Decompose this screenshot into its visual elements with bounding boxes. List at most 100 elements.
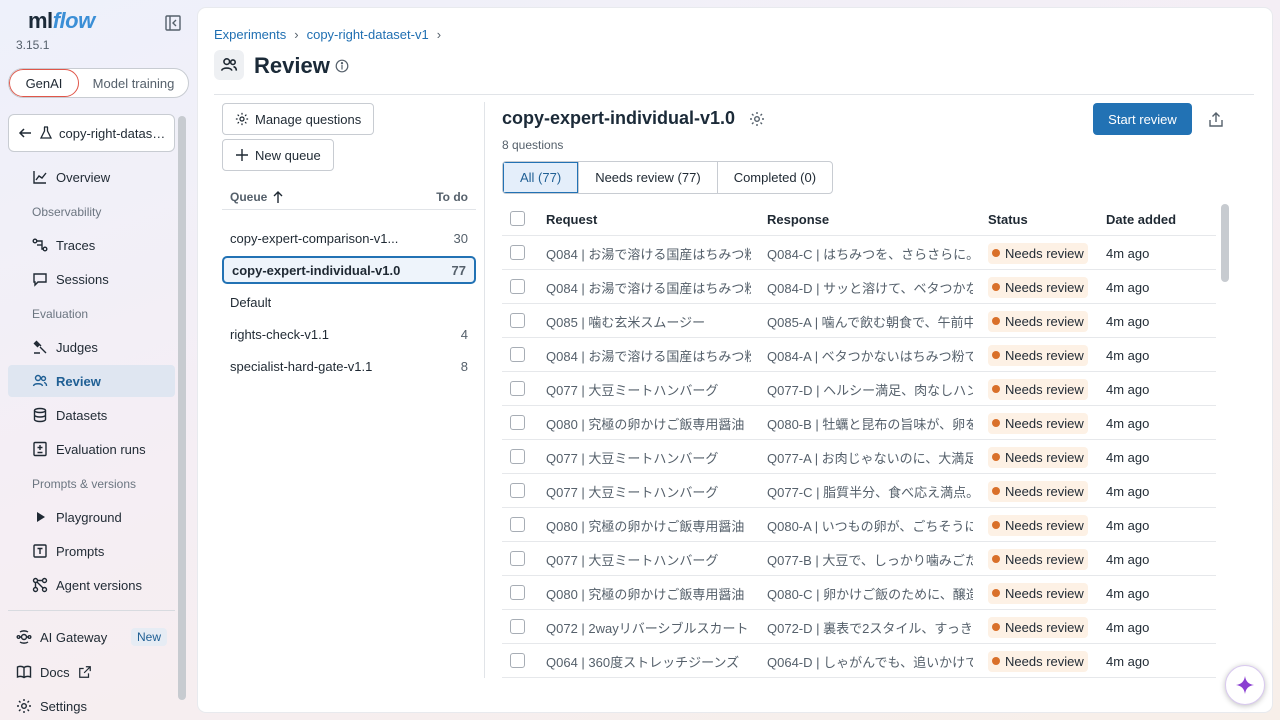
- status-cell: Needs review: [988, 576, 1098, 610]
- table-row[interactable]: Q077 | 大豆ミートハンバーグ Q077-C | 脂質半分、食べ応え満点。 Ne…: [502, 474, 1216, 508]
- sidebar-item-review[interactable]: Review: [8, 365, 175, 397]
- sidebar-item-prompts[interactable]: Prompts: [8, 535, 175, 567]
- table-row[interactable]: Q080 | 究極の卵かけご飯専用醤油 Q080-C | 卵かけご飯のために、醸造…: [502, 576, 1216, 610]
- table-row[interactable]: Q077 | 大豆ミートハンバーグ Q077-A | お肉じゃないのに、大満足 Ne…: [502, 440, 1216, 474]
- request-cell: Q072 | 2wayリバーシブルスカート: [546, 620, 749, 636]
- table-row[interactable]: Q085 | 噛む玄米スムージー Q085-A | 噛んで飲む朝食で、午前中 Nee…: [502, 304, 1216, 338]
- request-column-header: Request: [546, 211, 598, 227]
- queue-list-item[interactable]: specialist-hard-gate-v1.1 8: [222, 352, 476, 380]
- sidebar-item-ai-gateway[interactable]: AI Gateway New: [8, 621, 175, 653]
- row-checkbox[interactable]: [510, 483, 525, 498]
- row-checkbox[interactable]: [510, 313, 525, 328]
- experiment-name: copy-right-dataset-v1: [59, 125, 166, 141]
- table-row[interactable]: Q084 | お湯で溶ける国産はちみつ粉 Q084-A | ベタつかないはちみつ粉…: [502, 338, 1216, 372]
- status-badge: Needs review: [988, 378, 1088, 400]
- status-badge: Needs review: [988, 582, 1088, 604]
- sidebar-item-label: Prompts: [56, 543, 105, 559]
- response-cell: Q084-D | サッと溶けて、ベタつかない: [767, 280, 973, 296]
- request-cell: Q077 | 大豆ミートハンバーグ: [546, 382, 719, 398]
- table-row[interactable]: Q080 | 究極の卵かけご飯専用醤油 Q080-B | 牡蠣と昆布の旨味が、卵を…: [502, 406, 1216, 440]
- sidebar-item-traces[interactable]: Traces: [8, 229, 175, 261]
- queue-name: copy-expert-individual-v1.0: [232, 262, 401, 278]
- table-row[interactable]: Q080 | 究極の卵かけご飯専用醤油 Q080-A | いつもの卵が、ごちそうに…: [502, 508, 1216, 542]
- export-share-icon[interactable]: [1207, 111, 1225, 129]
- sidebar-item-evaluation-runs[interactable]: Evaluation runs: [8, 433, 175, 465]
- plus-minus-box-icon: [33, 441, 47, 457]
- breadcrumb-dataset-link[interactable]: copy-right-dataset-v1: [307, 27, 429, 42]
- row-checkbox[interactable]: [510, 551, 525, 566]
- date-added-cell: 4m ago: [1106, 313, 1150, 329]
- queue-column-header[interactable]: Queue: [230, 190, 285, 204]
- queue-list-item[interactable]: copy-expert-individual-v1.0 77: [222, 256, 476, 284]
- sidebar-item-label: Sessions: [56, 271, 109, 287]
- button-label: Manage questions: [255, 111, 362, 127]
- queue-settings-gear-icon[interactable]: [749, 111, 765, 127]
- sidebar-item-label: Datasets: [56, 407, 108, 423]
- queue-list-item[interactable]: Default: [222, 288, 476, 316]
- manage-questions-button[interactable]: Manage questions: [222, 103, 375, 135]
- status-dot-icon: [992, 487, 1000, 495]
- row-checkbox[interactable]: [510, 585, 525, 600]
- chat-bubble-icon: [33, 273, 47, 287]
- row-checkbox[interactable]: [510, 245, 525, 260]
- row-checkbox[interactable]: [510, 653, 525, 668]
- sidebar-scrollbar[interactable]: [178, 116, 186, 700]
- info-icon[interactable]: [335, 59, 349, 73]
- table-row[interactable]: Q072 | 2wayリバーシブルスカート Q072-D | 裏表で2スタイル、す…: [502, 610, 1216, 644]
- sidebar-divider: [8, 610, 175, 611]
- status-badge: Needs review: [988, 242, 1088, 264]
- mode-genai-button[interactable]: GenAI: [9, 69, 79, 97]
- request-cell: Q077 | 大豆ミートハンバーグ: [546, 552, 719, 568]
- row-checkbox[interactable]: [510, 347, 525, 362]
- row-checkbox[interactable]: [510, 517, 525, 532]
- date-added-cell: 4m ago: [1106, 517, 1150, 533]
- table-row[interactable]: Q064 | 360度ストレッチジーンズ Q064-D | しゃがんでも、追いかけ…: [502, 644, 1216, 678]
- queue-list-item[interactable]: rights-check-v1.1 4: [222, 320, 476, 348]
- table-row[interactable]: Q077 | 大豆ミートハンバーグ Q077-D | ヘルシー満足、肉なしハンバー…: [502, 372, 1216, 406]
- new-queue-button[interactable]: New queue: [222, 139, 334, 171]
- table-row[interactable]: Q084 | お湯で溶ける国産はちみつ粉 Q084-C | はちみつを、さらさらに…: [502, 236, 1216, 270]
- sidebar-item-docs[interactable]: Docs: [8, 656, 175, 688]
- sidebar-item-playground[interactable]: Playground: [8, 501, 175, 533]
- status-badge: Needs review: [988, 616, 1088, 638]
- sidebar-item-overview[interactable]: Overview: [8, 161, 175, 193]
- mlflow-logo[interactable]: mlflow: [28, 8, 95, 34]
- tab-needs-review[interactable]: Needs review (77): [578, 162, 717, 193]
- status-dot-icon: [992, 555, 1000, 563]
- select-all-checkbox[interactable]: [510, 211, 525, 226]
- table-row[interactable]: Q077 | 大豆ミートハンバーグ Q077-B | 大豆で、しっかり噛みごたえ N…: [502, 542, 1216, 576]
- tab-all[interactable]: All (77): [503, 162, 579, 193]
- status-dot-icon: [992, 283, 1000, 291]
- row-checkbox[interactable]: [510, 415, 525, 430]
- row-checkbox[interactable]: [510, 279, 525, 294]
- status-badge: Needs review: [988, 276, 1088, 298]
- row-checkbox[interactable]: [510, 449, 525, 464]
- sidebar-item-agent-versions[interactable]: Agent versions: [8, 569, 175, 601]
- sidebar-collapse-icon[interactable]: [164, 14, 182, 32]
- response-cell: Q080-B | 牡蠣と昆布の旨味が、卵を: [767, 416, 973, 432]
- queue-list-item[interactable]: copy-expert-comparison-v1... 30: [222, 224, 476, 252]
- row-checkbox[interactable]: [510, 381, 525, 396]
- tab-completed[interactable]: Completed (0): [716, 162, 832, 193]
- date-added-cell: 4m ago: [1106, 415, 1150, 431]
- sidebar-item-sessions[interactable]: Sessions: [8, 263, 175, 295]
- table-scrollbar[interactable]: [1221, 204, 1229, 282]
- experiment-selector-button[interactable]: copy-right-dataset-v1: [8, 114, 175, 152]
- mode-model-training-button[interactable]: Model training: [79, 69, 188, 97]
- status-column-header: Status: [988, 211, 1028, 227]
- start-review-button[interactable]: Start review: [1093, 103, 1192, 135]
- assistant-button[interactable]: [1225, 665, 1265, 705]
- page-title: Review: [254, 53, 330, 78]
- date-added-column-header: Date added: [1106, 211, 1177, 227]
- row-checkbox[interactable]: [510, 619, 525, 634]
- breadcrumb: Experiments › copy-right-dataset-v1 ›: [214, 27, 441, 42]
- table-row[interactable]: Q084 | お湯で溶ける国産はちみつ粉 Q084-D | サッと溶けて、ベタつか…: [502, 270, 1216, 304]
- sidebar-item-label: Judges: [56, 339, 98, 355]
- sidebar-item-settings[interactable]: Settings: [8, 690, 175, 720]
- sidebar-item-judges[interactable]: Judges: [8, 331, 175, 363]
- status-cell: Needs review: [988, 270, 1098, 304]
- sidebar-item-datasets[interactable]: Datasets: [8, 399, 175, 431]
- breadcrumb-experiments-link[interactable]: Experiments: [214, 27, 286, 42]
- status-dot-icon: [992, 657, 1000, 665]
- date-added-cell: 4m ago: [1106, 619, 1150, 635]
